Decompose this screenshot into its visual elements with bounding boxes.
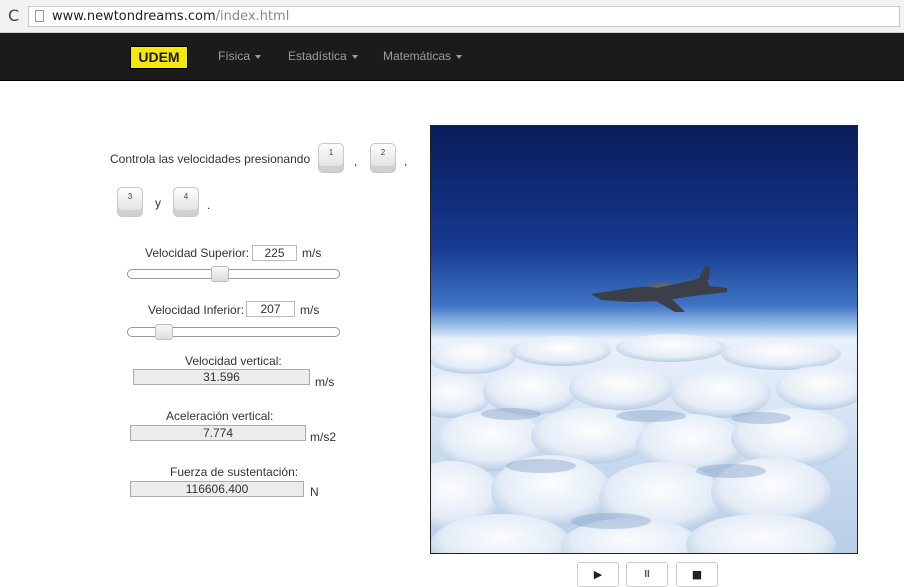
url-text: www.newtondreams.com/index.html xyxy=(52,9,289,24)
stop-icon: ■ xyxy=(691,568,703,581)
lower-velocity-unit: m/s xyxy=(300,303,320,317)
instructions-text: Controla las velocidades presionando xyxy=(110,152,311,166)
lower-velocity-slider-thumb[interactable] xyxy=(155,324,173,340)
navbar: UDEM Física Estadística Matemáticas xyxy=(0,33,904,81)
page-icon xyxy=(35,10,44,22)
vertical-acceleration-unit: m/s2 xyxy=(310,430,337,444)
lift-force-label: Fuerza de sustentación: xyxy=(170,465,299,479)
nav-menu-matematicas[interactable]: Matemáticas xyxy=(383,48,463,64)
vertical-velocity-label: Velocidad vertical: xyxy=(185,354,282,368)
vertical-acceleration-label: Aceleración vertical: xyxy=(166,409,274,423)
nav-menu-estadistica[interactable]: Estadística xyxy=(288,48,358,64)
upper-velocity-label: Velocidad Superior: xyxy=(145,246,250,260)
lift-force-unit: N xyxy=(310,485,319,499)
vertical-velocity-value: 31.596 xyxy=(133,369,310,385)
key-2-icon: 2 xyxy=(370,143,396,173)
url-host: www.newtondreams.com xyxy=(52,9,216,24)
key-1-icon: 1 xyxy=(318,143,344,173)
upper-velocity-input[interactable] xyxy=(252,245,297,261)
simulation-image xyxy=(430,125,858,554)
vertical-velocity-unit: m/s xyxy=(315,375,335,389)
reload-icon[interactable]: C xyxy=(8,7,19,25)
clouds-jet-illustration xyxy=(431,266,857,553)
pause-button[interactable]: II xyxy=(626,562,668,587)
lower-velocity-input[interactable] xyxy=(246,301,295,317)
vertical-acceleration-value: 7.774 xyxy=(130,425,306,441)
url-field[interactable]: www.newtondreams.com/index.html xyxy=(28,6,900,27)
separator-comma: , xyxy=(354,154,358,168)
url-path: /index.html xyxy=(215,9,290,24)
browser-address-bar: C www.newtondreams.com/index.html xyxy=(0,0,904,33)
nav-menu-label: Matemáticas xyxy=(383,49,452,63)
lower-velocity-slider[interactable] xyxy=(127,324,340,340)
upper-velocity-unit: m/s xyxy=(302,246,322,260)
play-icon: ▶ xyxy=(593,568,603,581)
nav-menu-fisica[interactable]: Física xyxy=(218,48,262,64)
key-4-icon: 4 xyxy=(173,187,199,217)
upper-velocity-slider[interactable] xyxy=(127,266,340,282)
lift-force-value: 116606.400 xyxy=(130,481,304,497)
separator-comma: , xyxy=(404,154,408,168)
stop-button[interactable]: ■ xyxy=(676,562,718,587)
brand-logo[interactable]: UDEM xyxy=(130,46,188,69)
period: . xyxy=(207,198,211,212)
jet-icon xyxy=(591,266,727,312)
nav-menu-label: Estadística xyxy=(288,49,347,63)
lower-velocity-label: Velocidad Inferior: xyxy=(148,303,245,317)
pause-icon: II xyxy=(644,569,650,580)
play-button[interactable]: ▶ xyxy=(577,562,619,587)
nav-menu-label: Física xyxy=(218,49,251,63)
caret-down-icon xyxy=(255,54,262,59)
upper-velocity-slider-thumb[interactable] xyxy=(211,266,229,282)
conjunction-y: y xyxy=(155,196,161,210)
key-3-icon: 3 xyxy=(117,187,143,217)
caret-down-icon xyxy=(456,54,463,59)
caret-down-icon xyxy=(351,54,358,59)
